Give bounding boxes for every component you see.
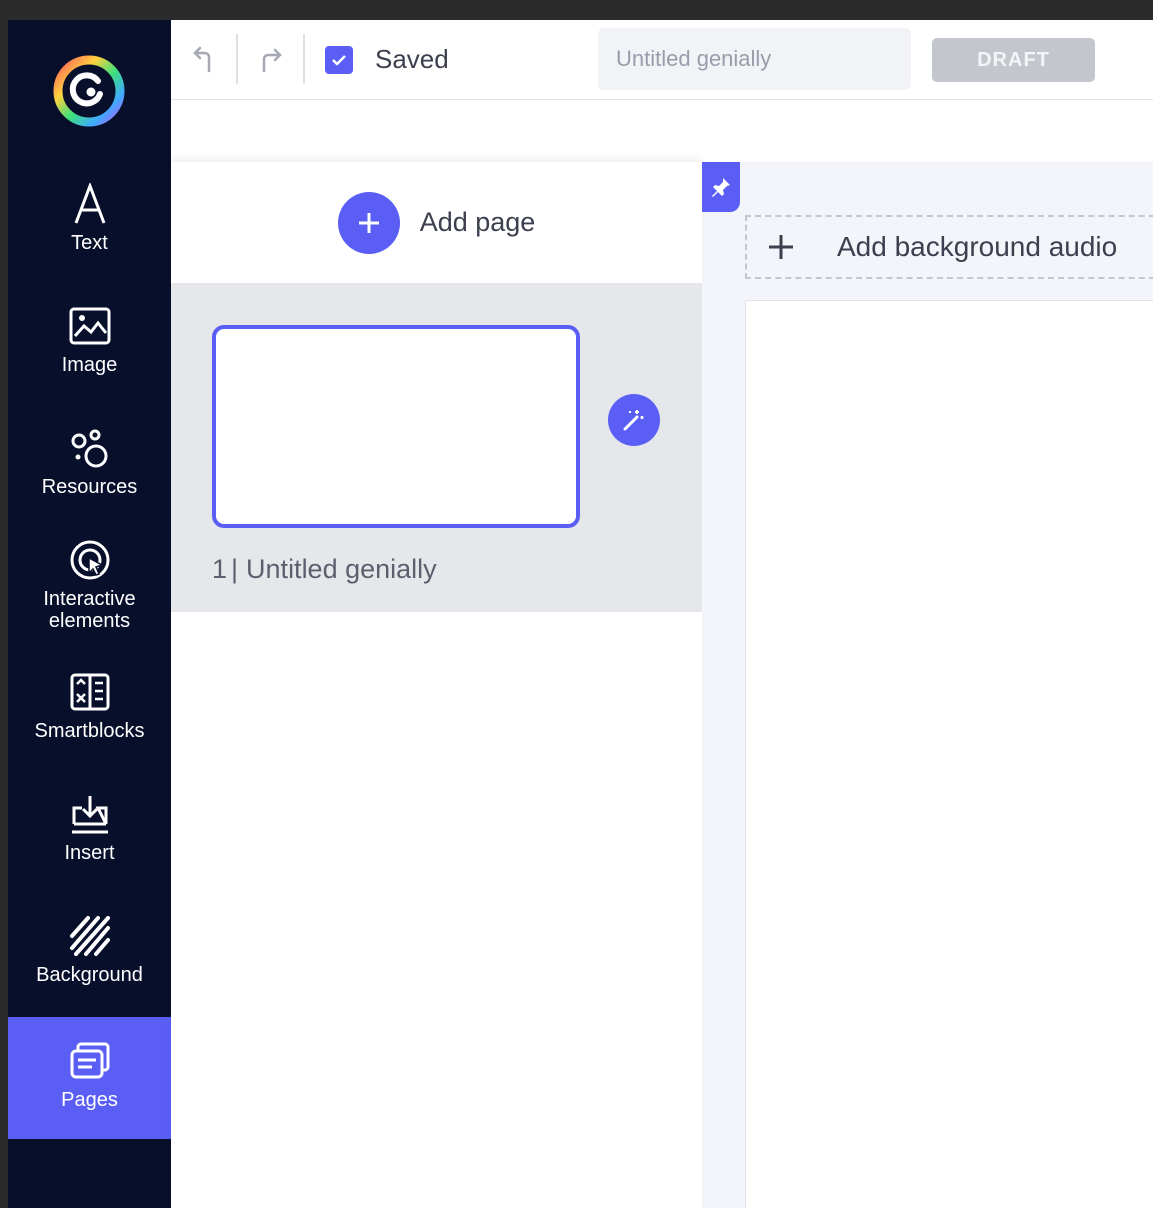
page-name: Untitled genially: [246, 554, 437, 584]
smartblocks-icon: [66, 668, 114, 716]
sidebar-item-insert[interactable]: Insert: [8, 790, 171, 912]
sidebar-item-pages[interactable]: Pages: [8, 1017, 171, 1139]
sidebar-item-label: Interactive elements: [43, 588, 136, 632]
sidebar-item-smartblocks[interactable]: Smartblocks: [8, 668, 171, 790]
sidebar-item-label: Smartblocks: [34, 720, 145, 742]
saved-status: Saved: [375, 44, 449, 74]
sidebar-item-label: Insert: [64, 842, 115, 864]
insert-icon: [66, 790, 114, 838]
interactive-icon: [66, 536, 114, 584]
redo-icon[interactable]: [251, 40, 291, 80]
page-separator: |: [231, 554, 239, 584]
pages-panel: Add page 1 | Untitled genially: [171, 162, 702, 1208]
image-icon: [66, 302, 114, 350]
pages-icon: [66, 1037, 114, 1085]
magic-wand-icon[interactable]: [608, 394, 660, 446]
plus-icon: [769, 235, 793, 259]
background-icon: [66, 912, 114, 960]
plus-icon: [337, 191, 400, 254]
add-background-audio-label: Add background audio: [837, 231, 1118, 262]
sidebar-item-label: Pages: [61, 1089, 118, 1111]
toolbar-divider: [303, 34, 305, 84]
sidebar-item-background[interactable]: Background: [8, 912, 171, 1034]
sidebar-item-label: Image: [61, 354, 118, 376]
sidebar-item-label: Resources: [41, 476, 138, 498]
resources-icon: [66, 424, 114, 472]
page-list-item[interactable]: 1 | Untitled genially: [171, 284, 702, 612]
draft-button[interactable]: DRAFT: [932, 38, 1095, 82]
add-page-label: Add page: [419, 207, 536, 237]
sidebar-item-image[interactable]: Image: [8, 302, 171, 424]
sidebar-item-resources[interactable]: Resources: [8, 424, 171, 546]
window-left-gutter: [0, 0, 8, 1208]
genially-logo-icon[interactable]: [52, 54, 126, 128]
pin-icon[interactable]: [702, 162, 740, 212]
title-input[interactable]: [598, 28, 911, 90]
sidebar-item-text[interactable]: Text: [8, 180, 171, 302]
page-label: 1 | Untitled genially: [212, 554, 437, 585]
toolbar-divider: [236, 34, 238, 84]
page-number: 1: [212, 554, 228, 584]
sidebar: Text Image Resources Interactive element…: [8, 20, 171, 1208]
topbar: Saved DRAFT: [171, 20, 1153, 100]
sidebar-item-label: Text: [71, 232, 108, 254]
sidebar-item-interactive-elements[interactable]: Interactive elements: [8, 536, 171, 658]
secondary-toolbar: [171, 100, 1153, 162]
page-thumbnail[interactable]: [212, 325, 580, 528]
window-top-strip: [0, 0, 1153, 20]
add-page-button[interactable]: Add page: [171, 162, 702, 284]
canvas-area: Add background audio: [702, 162, 1153, 1208]
sidebar-item-label: Background: [36, 964, 143, 986]
undo-icon[interactable]: [184, 40, 224, 80]
saved-check-icon: [325, 46, 353, 74]
slide-canvas[interactable]: [745, 300, 1153, 1208]
add-background-audio-button[interactable]: Add background audio: [745, 215, 1153, 279]
text-icon: [66, 180, 114, 228]
